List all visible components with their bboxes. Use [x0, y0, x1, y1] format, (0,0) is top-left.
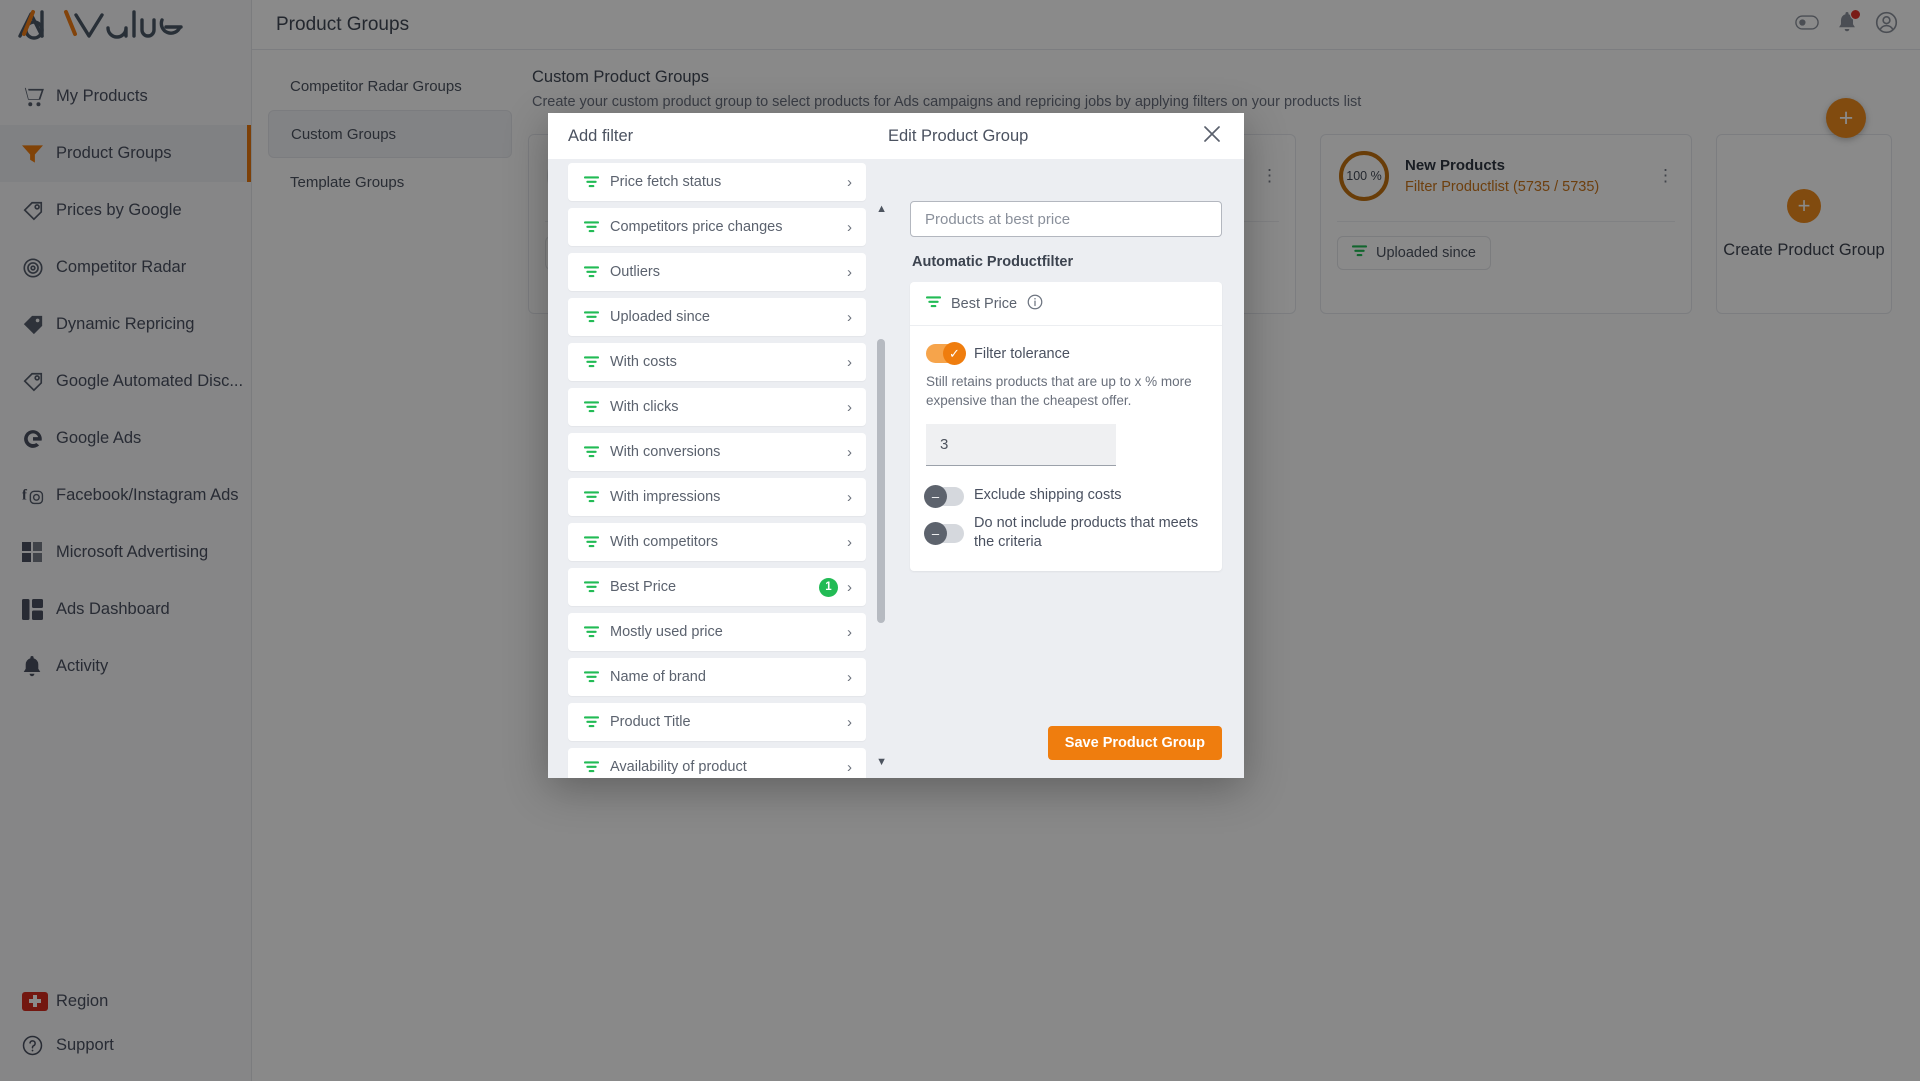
- filter-label: With costs: [610, 354, 677, 370]
- filter-label: Name of brand: [610, 669, 706, 685]
- filter-list-item[interactable]: With impressions ›: [568, 478, 866, 516]
- chevron-right-icon: ›: [847, 263, 852, 281]
- filter-list-item-best-price[interactable]: Best Price 1 ›: [568, 568, 866, 606]
- option-label: Exclude shipping costs: [974, 487, 1122, 504]
- scrollbar-thumb[interactable]: [877, 339, 885, 623]
- filter-card-title: Best Price: [951, 295, 1018, 312]
- chevron-right-icon: ›: [847, 713, 852, 731]
- filter-label: With competitors: [610, 534, 718, 550]
- filter-tolerance-help: Still retains products that are up to x …: [926, 374, 1192, 409]
- filter-label: Uploaded since: [610, 309, 710, 325]
- filter-card-body: ✓ Filter tolerance Still retains product…: [910, 326, 1222, 571]
- chevron-right-icon: ›: [847, 308, 852, 326]
- filter-count-badge: 1: [819, 577, 838, 597]
- filter-list-item[interactable]: Price fetch status ›: [568, 163, 866, 201]
- funnel-icon: [926, 295, 941, 312]
- filter-label: Price fetch status: [610, 174, 722, 190]
- filter-label: Outliers: [610, 264, 660, 280]
- chevron-right-icon: ›: [847, 533, 852, 551]
- funnel-icon: [584, 356, 610, 368]
- filter-tolerance-toggle[interactable]: ✓: [926, 342, 966, 365]
- chevron-right-icon: ›: [847, 488, 852, 506]
- edit-product-group-title: Edit Product Group: [888, 126, 1029, 145]
- filter-label: Competitors price changes: [610, 219, 783, 235]
- funnel-icon: [584, 626, 610, 638]
- filter-list-scrollbar[interactable]: [877, 199, 885, 738]
- filter-label: Availability of product: [610, 759, 747, 775]
- funnel-icon: [584, 491, 610, 503]
- option-label: Do not include products that meets the c…: [974, 514, 1199, 551]
- filter-tolerance-label: Filter tolerance: [974, 345, 1070, 362]
- info-icon[interactable]: [1027, 294, 1043, 314]
- filter-list-item[interactable]: Name of brand ›: [568, 658, 866, 696]
- add-filter-pane: Price fetch status › Competitors price c…: [548, 159, 888, 778]
- toggle-knob-check-icon: ✓: [943, 342, 966, 365]
- filter-label: Product Title: [610, 714, 691, 730]
- scroll-down-icon[interactable]: ▼: [876, 756, 887, 768]
- funnel-icon: [584, 716, 610, 728]
- filter-list-item[interactable]: Uploaded since ›: [568, 298, 866, 336]
- filter-list-item[interactable]: Product Title ›: [568, 703, 866, 741]
- modal-body: Price fetch status › Competitors price c…: [548, 159, 1244, 778]
- filter-label: Best Price: [610, 579, 677, 595]
- chevron-right-icon: ›: [847, 668, 852, 686]
- filter-list-item[interactable]: With conversions ›: [568, 433, 866, 471]
- toggle-knob-minus-icon: –: [924, 484, 947, 508]
- scroll-up-icon[interactable]: ▲: [876, 203, 887, 215]
- filter-tolerance-row: ✓ Filter tolerance: [926, 342, 1206, 365]
- funnel-icon: [584, 536, 610, 548]
- filter-label: With impressions: [610, 489, 721, 505]
- filter-list-item[interactable]: Competitors price changes ›: [568, 208, 866, 246]
- funnel-icon: [584, 311, 610, 323]
- close-icon[interactable]: [1202, 124, 1222, 148]
- edit-product-group-modal: Add filter Edit Product Group Price fetc…: [548, 113, 1244, 778]
- funnel-icon: [584, 671, 610, 683]
- funnel-icon: [584, 401, 610, 413]
- tolerance-value-input[interactable]: 3: [926, 424, 1116, 467]
- exclude-matching-products-row: – Do not include products that meets the…: [924, 514, 1206, 553]
- funnel-icon: [584, 761, 610, 773]
- toggle-knob-minus-icon: –: [924, 521, 947, 545]
- filter-label: With conversions: [610, 444, 721, 460]
- funnel-icon: [584, 221, 610, 233]
- chevron-right-icon: ›: [847, 398, 852, 416]
- filter-label: With clicks: [610, 399, 679, 415]
- filter-list-item[interactable]: With costs ›: [568, 343, 866, 381]
- chevron-right-icon: ›: [847, 758, 852, 776]
- chevron-right-icon: ›: [847, 443, 852, 461]
- exclude-shipping-costs-row: – Exclude shipping costs: [924, 484, 1206, 508]
- best-price-filter-card: Best Price ✓ Filter tolerance Still reta…: [910, 282, 1222, 571]
- exclude-matching-products-toggle[interactable]: –: [924, 521, 964, 545]
- filter-label: Mostly used price: [610, 624, 723, 640]
- modal-header: Add filter Edit Product Group: [548, 113, 1244, 159]
- tolerance-value: 3: [940, 436, 949, 454]
- chevron-right-icon: ›: [847, 353, 852, 371]
- product-group-name-input[interactable]: [910, 201, 1222, 237]
- filter-list-item[interactable]: Mostly used price ›: [568, 613, 866, 651]
- filter-list[interactable]: Price fetch status › Competitors price c…: [548, 159, 874, 778]
- automatic-productfilter-label: Automatic Productfilter: [912, 254, 1074, 270]
- add-filter-title: Add filter: [568, 126, 634, 145]
- filter-list-item[interactable]: With clicks ›: [568, 388, 866, 426]
- filter-card-header: Best Price: [910, 282, 1222, 326]
- chevron-right-icon: ›: [847, 218, 852, 236]
- save-product-group-button[interactable]: Save Product Group: [1047, 726, 1222, 760]
- modal-footer: Save Product Group: [1047, 726, 1222, 760]
- filter-options: – Exclude shipping costs – Do not includ…: [924, 484, 1206, 553]
- exclude-shipping-costs-toggle[interactable]: –: [924, 484, 964, 508]
- edit-product-group-pane: Automatic Productfilter Best Price ✓: [888, 159, 1244, 778]
- filter-list-item[interactable]: With competitors ›: [568, 523, 866, 561]
- chevron-right-icon: ›: [847, 623, 852, 641]
- chevron-right-icon: ›: [847, 578, 852, 596]
- chevron-right-icon: ›: [847, 173, 852, 191]
- funnel-icon: [584, 446, 610, 458]
- filter-list-item[interactable]: Availability of product ›: [568, 748, 866, 778]
- funnel-icon: [584, 266, 610, 278]
- funnel-icon: [584, 176, 610, 188]
- filter-list-item[interactable]: Outliers ›: [568, 253, 866, 291]
- funnel-icon: [584, 581, 610, 593]
